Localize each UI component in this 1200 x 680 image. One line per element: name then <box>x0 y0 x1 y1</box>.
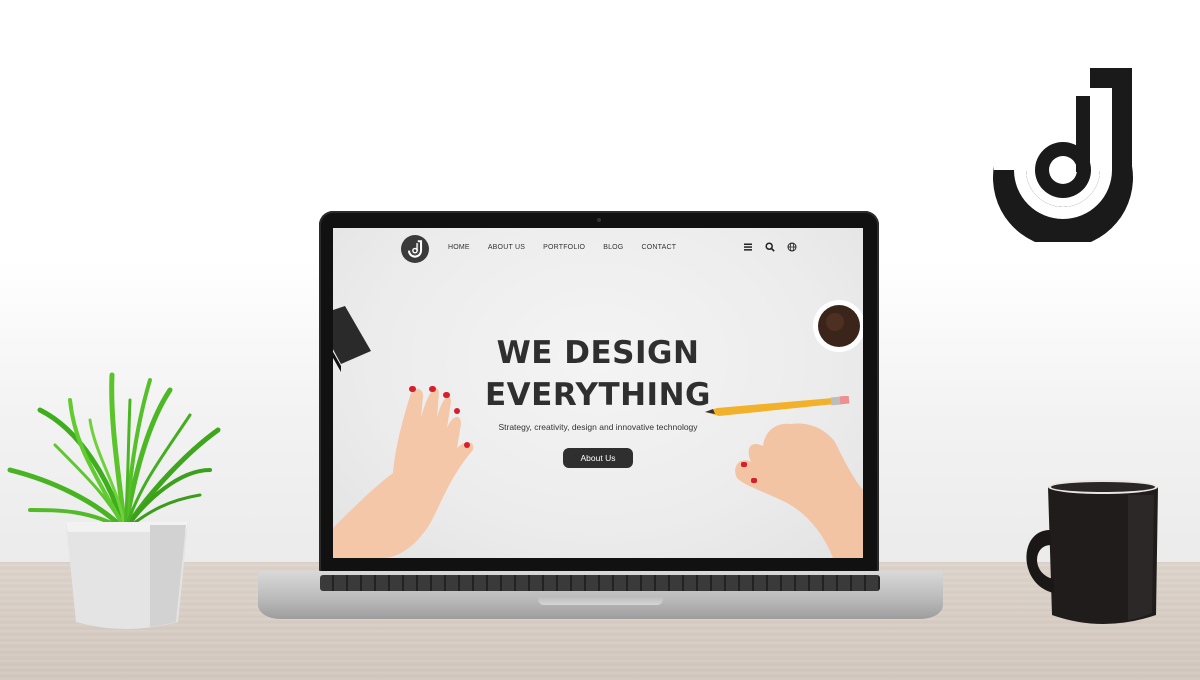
laptop-lid: HOME ABOUT US PORTFOLIO BLOG CONTACT WE … <box>319 211 879 573</box>
nav-blog[interactable]: BLOG <box>603 244 623 251</box>
trackpad-notch <box>538 597 663 605</box>
search-icon[interactable] <box>765 242 775 252</box>
hero-title-line-2: EVERYTHING <box>485 377 711 413</box>
coffee-mug <box>1026 480 1158 624</box>
menu-icon[interactable] <box>743 242 753 252</box>
j-logo-icon <box>993 68 1133 242</box>
site-logo[interactable] <box>401 235 429 263</box>
hero-title-line-1: WE DESIGN <box>496 335 700 371</box>
potted-plant <box>7 372 221 629</box>
hero-subtitle: Strategy, creativity, design and innovat… <box>498 422 698 432</box>
laptop-base <box>258 571 943 619</box>
nav-home[interactable]: HOME <box>448 244 470 251</box>
hero-title: WE DESIGN EVERYTHING <box>333 332 863 416</box>
globe-icon[interactable] <box>787 242 797 252</box>
camera <box>597 218 601 222</box>
j-logo-icon <box>407 240 423 258</box>
nav-contact[interactable]: CONTACT <box>641 244 676 251</box>
keyboard <box>320 575 880 591</box>
laptop-screen: HOME ABOUT US PORTFOLIO BLOG CONTACT WE … <box>333 228 863 558</box>
nav-about-us[interactable]: ABOUT US <box>488 244 525 251</box>
nav-portfolio[interactable]: PORTFOLIO <box>543 244 585 251</box>
about-us-button[interactable]: About Us <box>563 448 633 468</box>
website-nav: HOME ABOUT US PORTFOLIO BLOG CONTACT <box>333 228 863 272</box>
